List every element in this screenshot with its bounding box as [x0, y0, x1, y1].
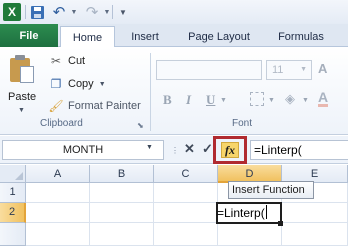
customize-toolbar-icon[interactable]: ▼: [118, 3, 128, 21]
font-size-box: 11 ▼: [266, 60, 312, 80]
copy-label: Copy: [68, 78, 94, 90]
active-cell-text[interactable]: =Linterp(: [217, 205, 267, 220]
paste-button[interactable]: Paste: [8, 91, 40, 103]
text-cursor: [265, 205, 267, 219]
cell-b1[interactable]: [90, 183, 154, 203]
cell-a3[interactable]: [26, 223, 90, 246]
italic-button: I: [186, 92, 192, 107]
select-all-button[interactable]: [0, 165, 26, 183]
copy-dropdown-icon[interactable]: ▼: [99, 81, 106, 88]
tab-file[interactable]: File: [0, 24, 58, 47]
formula-input[interactable]: =Linterp(: [250, 140, 348, 160]
fill-handle[interactable]: [278, 221, 283, 226]
cut-button[interactable]: ✂ Cut: [48, 52, 85, 70]
tab-insert[interactable]: Insert: [122, 26, 168, 47]
paste-dropdown-icon[interactable]: ▼: [18, 107, 25, 114]
fill-dropdown-icon: ▼: [302, 97, 309, 104]
cell-c2[interactable]: [154, 203, 218, 223]
cell-e2[interactable]: [282, 203, 348, 223]
copy-button[interactable]: ❐ Copy ▼: [48, 75, 106, 93]
undo-dropdown-icon[interactable]: ▼: [70, 3, 78, 21]
tab-formulas[interactable]: Formulas: [270, 26, 332, 47]
quick-access-toolbar: X ↶ ▼ ↷ ▼ ▼: [0, 0, 348, 24]
chevron-down-icon: ▼: [300, 66, 307, 73]
insert-function-tooltip: Insert Function: [228, 181, 314, 199]
name-box[interactable]: MONTH: [2, 140, 164, 160]
cell-b3[interactable]: [90, 223, 154, 246]
grow-font-icon: A: [318, 61, 328, 76]
cell-c1[interactable]: [154, 183, 218, 203]
format-painter-label: Format Painter: [68, 100, 141, 112]
save-icon[interactable]: [29, 3, 45, 21]
cell-a2[interactable]: [26, 203, 90, 223]
copy-icon: ❐: [50, 77, 62, 91]
bold-button: B: [163, 92, 172, 107]
cell-c3[interactable]: [154, 223, 218, 246]
borders-icon: [250, 92, 264, 106]
grip-icon[interactable]: ⋮: [171, 146, 179, 155]
row-header-2[interactable]: 2: [0, 203, 26, 223]
ribbon-tabs: File Home Insert Page Layout Formulas: [0, 24, 348, 48]
chevron-down-icon[interactable]: ▼: [146, 144, 153, 151]
toolbar-separator: [25, 5, 26, 19]
paintbrush-icon: 🖌: [48, 99, 64, 113]
underline-button: U: [206, 92, 216, 107]
fill-color-icon: ◈: [285, 91, 295, 106]
scissors-icon: ✂: [50, 54, 62, 68]
tab-page-layout[interactable]: Page Layout: [178, 26, 260, 47]
tab-home[interactable]: Home: [60, 26, 115, 48]
cancel-icon[interactable]: ✕: [184, 141, 195, 157]
cell-b2[interactable]: [90, 203, 154, 223]
group-separator: [150, 53, 151, 131]
redo-dropdown-icon: ▼: [103, 8, 111, 16]
paste-icon[interactable]: [8, 55, 36, 85]
enter-icon[interactable]: ✓: [202, 141, 213, 157]
row-header-3[interactable]: [0, 223, 26, 246]
font-group-label: Font: [232, 118, 253, 129]
clipboard-group-label: Clipboard: [40, 118, 83, 129]
cell-d3[interactable]: [218, 223, 282, 246]
cut-label: Cut: [68, 55, 86, 67]
ribbon: Paste ▼ ✂ Cut ❐ Copy ▼ 🖌 Format Painter …: [0, 47, 348, 135]
cell-a1[interactable]: [26, 183, 90, 203]
column-header-a[interactable]: A: [26, 165, 90, 183]
redo-icon: ↷: [85, 4, 99, 21]
font-name-box: [156, 60, 262, 80]
underline-dropdown-icon: ▼: [220, 97, 227, 104]
clipboard-launcher-icon[interactable]: ⬊: [137, 121, 144, 130]
fx-icon: fx: [221, 142, 239, 158]
cell-e3[interactable]: [282, 223, 348, 246]
column-header-b[interactable]: B: [90, 165, 154, 183]
toolbar-separator: [112, 5, 113, 19]
borders-dropdown-icon: ▼: [268, 97, 275, 104]
undo-icon[interactable]: ↶: [51, 3, 67, 21]
column-header-c[interactable]: C: [154, 165, 218, 183]
font-color-icon: A: [318, 89, 329, 107]
worksheet-grid: A B C D E 1 2 =Linterp(: [0, 165, 348, 246]
formula-bar: MONTH ▼ ⋮ ✕ ✓ fx =Linterp(: [0, 136, 348, 164]
excel-icon[interactable]: X: [3, 3, 21, 21]
format-painter-button[interactable]: 🖌 Format Painter: [48, 97, 141, 115]
insert-function-button[interactable]: fx: [213, 136, 247, 164]
row-header-1[interactable]: 1: [0, 183, 26, 203]
